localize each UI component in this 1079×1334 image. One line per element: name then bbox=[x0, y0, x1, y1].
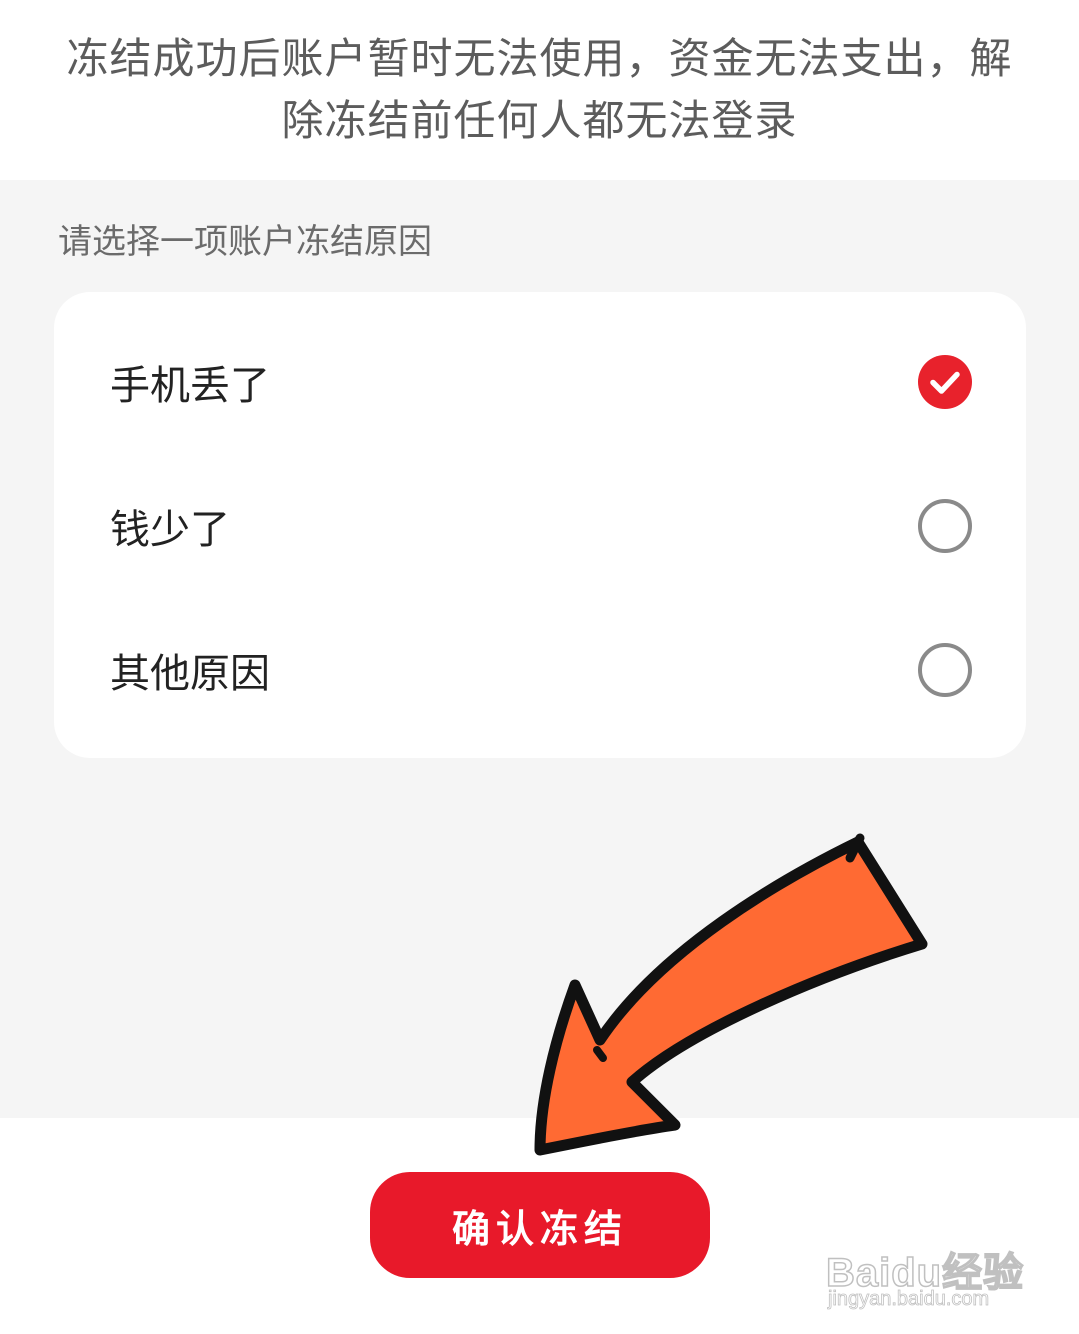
reason-option-other[interactable]: 其他原因 bbox=[54, 598, 1026, 742]
reason-option-label: 钱少了 bbox=[110, 507, 230, 553]
empty-circle-icon[interactable] bbox=[918, 499, 972, 553]
freeze-notice-text: 冻结成功后账户暂时无法使用，资金无法支出，解除冻结前任何人都无法登录 bbox=[66, 34, 1013, 145]
reason-option-label: 其他原因 bbox=[110, 651, 270, 697]
reason-option-label: 手机丢了 bbox=[110, 363, 270, 409]
reason-option-phone-lost[interactable]: 手机丢了 bbox=[54, 310, 1026, 454]
freeze-notice-panel: 冻结成功后账户暂时无法使用，资金无法支出，解除冻结前任何人都无法登录 bbox=[0, 0, 1079, 180]
check-circle-icon[interactable] bbox=[918, 355, 972, 409]
confirm-freeze-button[interactable]: 确认冻结 bbox=[370, 1172, 710, 1278]
reason-option-less-money[interactable]: 钱少了 bbox=[54, 454, 1026, 598]
empty-circle-icon[interactable] bbox=[918, 643, 972, 697]
reason-options-card: 手机丢了 钱少了 其他原因 bbox=[54, 292, 1026, 758]
reason-section-title: 请选择一项账户冻结原因 bbox=[58, 222, 432, 262]
